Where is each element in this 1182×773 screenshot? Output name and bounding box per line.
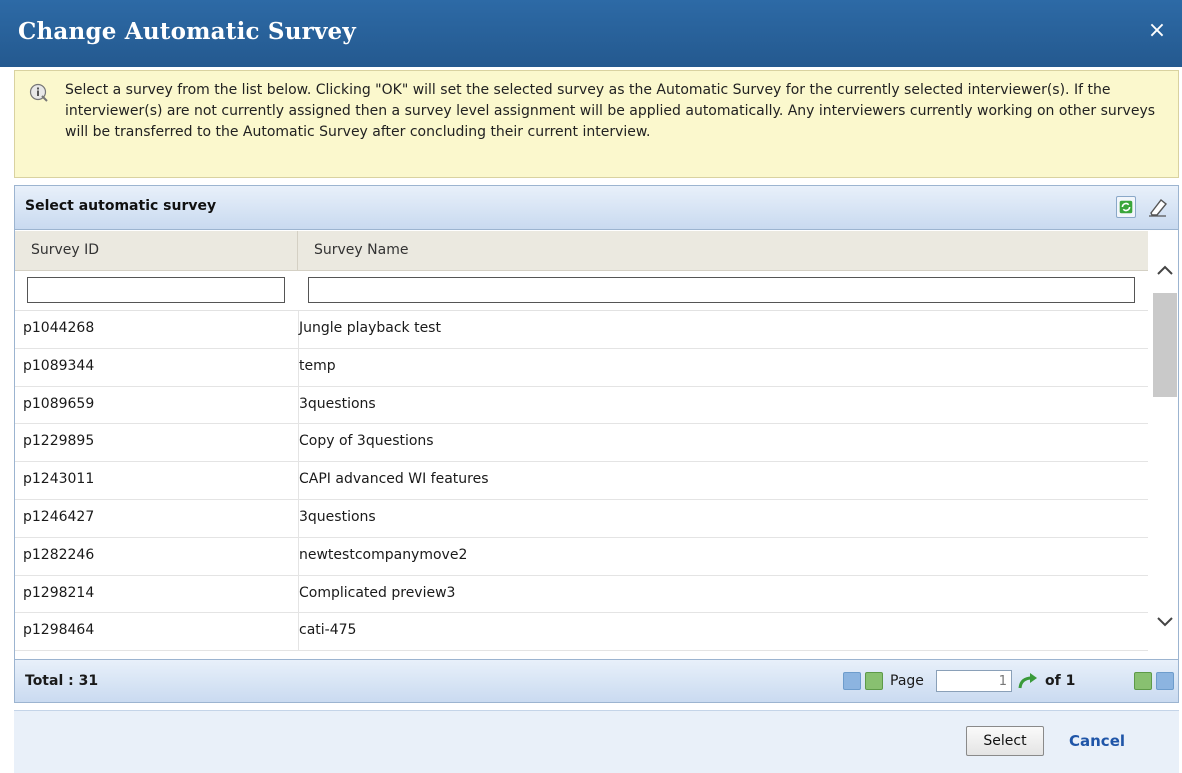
survey-id-cell: p1089659 [23, 395, 95, 412]
survey-name-cell: 3questions [299, 395, 376, 412]
table-row[interactable]: p1298464 cati-475 [15, 613, 1148, 652]
action-bar: Select Cancel [14, 710, 1179, 773]
info-message: Select a survey from the list below. Cli… [14, 70, 1179, 178]
survey-id-cell: p1298214 [23, 584, 95, 601]
next-page-icon[interactable] [1134, 672, 1152, 690]
survey-id-filter-input[interactable] [27, 277, 285, 303]
grid-rows: p1044268 Jungle playback test p1089344 tem… [15, 311, 1148, 659]
first-page-icon[interactable] [843, 672, 861, 690]
survey-grid: Select automatic survey Survey ID Survey… [14, 185, 1179, 703]
info-icon [29, 83, 48, 102]
scroll-up-icon[interactable] [1155, 261, 1175, 281]
close-icon[interactable]: × [1146, 20, 1168, 42]
table-row[interactable]: p1229895 Copy of 3questions [15, 424, 1148, 463]
refresh-icon[interactable] [1116, 196, 1136, 218]
table-row[interactable]: p1282246 newtestcompanymove2 [15, 537, 1148, 576]
survey-name-cell: 3questions [299, 508, 376, 525]
page-number-input[interactable] [936, 670, 1012, 692]
prev-page-icon[interactable] [865, 672, 883, 690]
table-row[interactable]: p1246427 3questions [15, 499, 1148, 538]
survey-name-cell: cati-475 [299, 622, 357, 639]
table-row[interactable]: p1044268 Jungle playback test [15, 311, 1148, 349]
grid-footer: Total : 31 Page of 1 [15, 659, 1178, 702]
select-button[interactable]: Select [966, 726, 1044, 756]
grid-header: Select automatic survey [15, 186, 1178, 230]
scrollbar-thumb[interactable] [1153, 293, 1177, 397]
table-row[interactable]: p1089344 temp [15, 348, 1148, 387]
survey-id-cell: p1229895 [23, 433, 95, 450]
table-row[interactable]: p1298214 Complicated preview3 [15, 575, 1148, 614]
last-page-icon[interactable] [1156, 672, 1174, 690]
column-header-row: Survey ID Survey Name [15, 231, 1148, 271]
survey-id-cell: p1089344 [23, 357, 95, 374]
vertical-scrollbar[interactable] [1151, 231, 1178, 659]
survey-name-cell: CAPI advanced WI features [299, 471, 489, 488]
survey-name-filter-input[interactable] [308, 277, 1135, 303]
table-row[interactable]: p1089659 3questions [15, 386, 1148, 425]
pager: Page of 1 [843, 670, 1176, 694]
survey-name-cell: newtestcompanymove2 [299, 546, 468, 563]
survey-name-cell: Jungle playback test [299, 320, 441, 336]
table-row[interactable]: p1243011 CAPI advanced WI features [15, 462, 1148, 500]
page-label: Page [890, 673, 924, 689]
dialog-title: Change Automatic Survey [18, 18, 356, 45]
survey-name-cell: temp [299, 357, 336, 374]
grid-title: Select automatic survey [25, 198, 217, 214]
column-header-survey-name[interactable]: Survey Name [298, 231, 1148, 271]
column-header-survey-id[interactable]: Survey ID [15, 231, 298, 271]
page-count-label: of 1 [1045, 673, 1076, 689]
survey-id-cell: p1243011 [23, 471, 95, 488]
survey-id-cell: p1282246 [23, 546, 95, 563]
info-text: Select a survey from the list below. Cli… [65, 82, 1156, 140]
total-count: Total : 31 [25, 673, 99, 689]
survey-name-cell: Complicated preview3 [299, 584, 456, 601]
survey-name-cell: Copy of 3questions [299, 433, 434, 450]
eraser-icon[interactable] [1146, 196, 1168, 218]
go-page-icon[interactable] [1017, 671, 1039, 691]
filter-row [15, 271, 1148, 311]
cancel-link[interactable]: Cancel [1069, 732, 1125, 750]
scroll-down-icon[interactable] [1155, 611, 1175, 631]
survey-id-cell: p1044268 [23, 320, 95, 336]
survey-id-cell: p1246427 [23, 508, 95, 525]
survey-id-cell: p1298464 [23, 622, 95, 639]
dialog-titlebar: Change Automatic Survey × [0, 0, 1182, 67]
